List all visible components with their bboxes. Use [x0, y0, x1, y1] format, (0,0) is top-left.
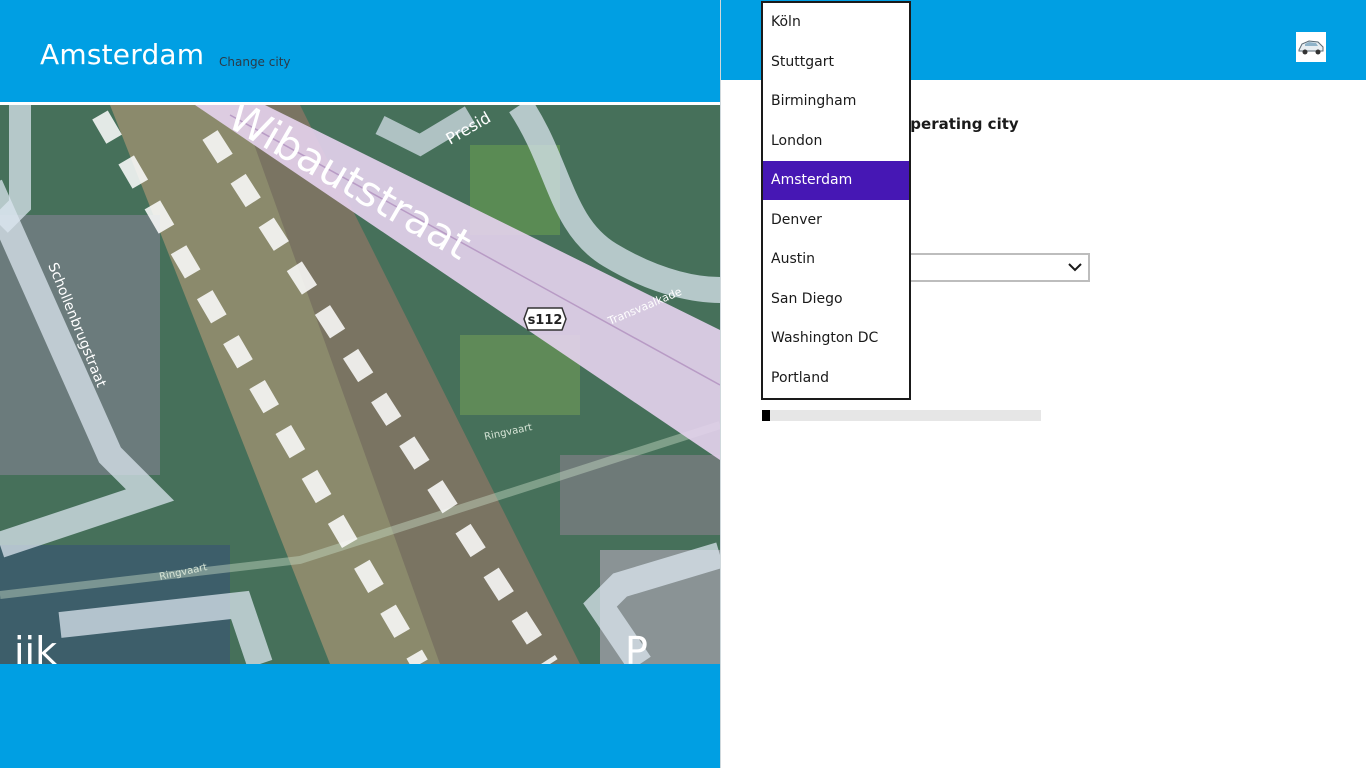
avatar[interactable]	[1296, 32, 1326, 62]
dropdown-item[interactable]: Amsterdam	[763, 161, 909, 200]
city-dropdown-list[interactable]: Köln Stuttgart Birmingham London Amsterdam De…	[761, 1, 911, 400]
page-title: Amsterdam	[40, 38, 205, 71]
chevron-down-icon[interactable]	[1067, 259, 1083, 275]
progress-bar	[762, 410, 1041, 421]
map-label-fragment-left: ijk	[14, 629, 57, 664]
dropdown-item[interactable]: Denver	[763, 201, 909, 240]
section-heading: operating city	[900, 115, 1019, 133]
dropdown-item[interactable]: Portland	[763, 359, 909, 398]
map-canvas: Wibautstraat Schollenbrugstraat Transvaa…	[0, 105, 720, 664]
aerial-map[interactable]: Wibautstraat Schollenbrugstraat Transvaa…	[0, 105, 720, 664]
dropdown-item[interactable]: San Diego	[763, 280, 909, 319]
dropdown-item[interactable]: London	[763, 122, 909, 161]
dropdown-item[interactable]: Köln	[763, 3, 909, 42]
progress-fill	[762, 410, 771, 421]
dropdown-item[interactable]: Austin	[763, 240, 909, 279]
map-label-fragment-right: P	[625, 629, 648, 664]
pane-divider	[720, 0, 721, 768]
road-shield-icon: s112	[523, 307, 567, 331]
change-city-link[interactable]: Change city	[219, 55, 291, 69]
road-shield-label: s112	[528, 313, 563, 328]
left-footer	[0, 664, 720, 768]
dropdown-item[interactable]: Birmingham	[763, 82, 909, 121]
dropdown-item[interactable]: Stuttgart	[763, 43, 909, 82]
left-header: Amsterdam Change city	[0, 0, 720, 102]
car-icon	[1298, 40, 1324, 55]
dropdown-item[interactable]: Washington DC	[763, 319, 909, 358]
